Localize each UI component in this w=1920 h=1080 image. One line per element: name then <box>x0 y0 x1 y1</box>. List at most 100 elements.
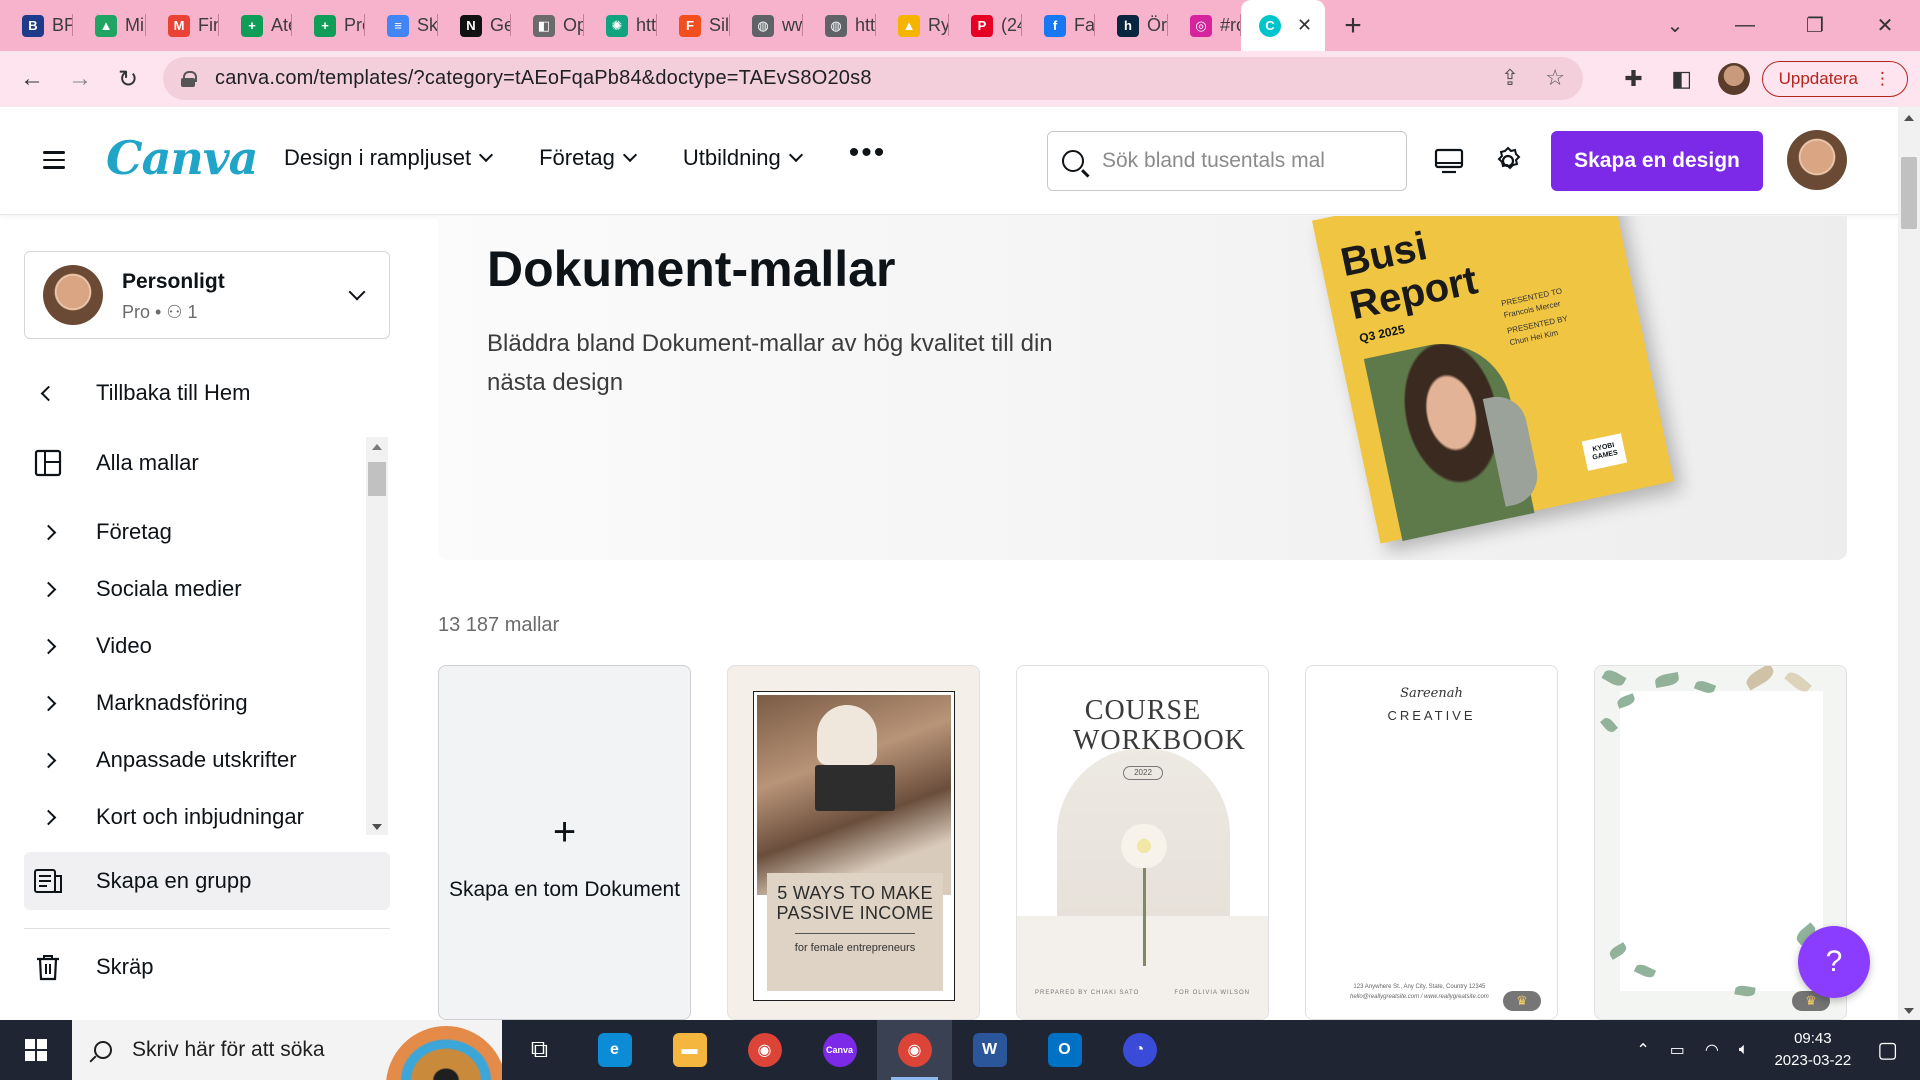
settings-gear-icon[interactable] <box>1492 145 1524 177</box>
browser-tab[interactable]: f Fac <box>1022 0 1095 51</box>
template-card[interactable]: 5 WAYS TO MAKE PASSIVE INCOME for female… <box>727 665 980 1020</box>
wifi-icon[interactable]: ◠ <box>1705 1040 1719 1060</box>
close-tab-icon[interactable]: ✕ <box>1297 15 1312 36</box>
browser-tab[interactable]: F Sill <box>657 0 730 51</box>
browser-tab[interactable]: + Pro <box>292 0 365 51</box>
browser-tab[interactable]: ◎ #rc <box>1168 0 1241 51</box>
taskbar-clock-app-icon[interactable]: ◔ <box>1102 1020 1177 1080</box>
page-scrollbar[interactable] <box>1898 107 1920 1020</box>
taskbar-task-view-icon[interactable]: ⧉ <box>502 1020 577 1080</box>
address-bar[interactable]: canva.com/templates/?category=tAEoFqaPb8… <box>163 57 1583 100</box>
browser-tab[interactable]: N Ge <box>438 0 511 51</box>
lock-icon[interactable] <box>181 70 197 87</box>
side-panel-icon[interactable]: ◧ <box>1658 66 1706 92</box>
create-design-button[interactable]: Skapa en design <box>1551 131 1763 191</box>
sidebar-scrollbar-thumb[interactable] <box>368 462 386 496</box>
browser-profile-avatar[interactable] <box>1717 63 1750 95</box>
sidebar-item-social-media[interactable]: Sociala medier <box>24 560 390 618</box>
sidebar-item-cards-invitations[interactable]: Kort och inbjudningar <box>24 788 390 846</box>
bookmark-star-icon[interactable]: ☆ <box>1545 65 1565 91</box>
canva-logo[interactable]: Canva <box>106 131 258 185</box>
browser-tab[interactable]: ◍ htt <box>803 0 876 51</box>
tab-title: Skr <box>417 15 438 35</box>
new-tab-button[interactable]: + <box>1325 9 1381 43</box>
nav-business[interactable]: Företag <box>539 145 637 171</box>
url-text[interactable]: canva.com/templates/?category=tAEoFqaPb8… <box>215 67 872 90</box>
taskbar-word-icon[interactable]: W <box>952 1020 1027 1080</box>
scroll-down-arrow-icon[interactable] <box>372 824 382 830</box>
minimize-button[interactable]: — <box>1710 14 1780 37</box>
extensions-puzzle-icon[interactable]: ✚ <box>1610 66 1658 92</box>
sidebar-item-business[interactable]: Företag <box>24 503 390 561</box>
notifications-icon[interactable]: ▢ <box>1877 1037 1898 1063</box>
back-to-home[interactable]: Tillbaka till Hem <box>24 364 390 422</box>
taskbar-outlook-icon[interactable]: O <box>1027 1020 1102 1080</box>
page-scrollbar-thumb[interactable] <box>1901 157 1917 229</box>
sidebar-item-video[interactable]: Video <box>24 617 390 675</box>
taskbar-chrome-icon[interactable]: ◉ <box>727 1020 802 1080</box>
sidebar-item-label: Sociala medier <box>96 576 242 601</box>
tab-search-dropdown-icon[interactable]: ⌄ <box>1640 13 1710 38</box>
team-switcher[interactable]: Personligt Pro • ⚇ 1 <box>24 251 390 339</box>
taskbar-search[interactable]: Skriv här för att söka <box>72 1020 502 1080</box>
browser-tab[interactable]: B BP <box>0 0 73 51</box>
taskbar-file-explorer-icon[interactable]: ▬ <box>652 1020 727 1080</box>
help-button[interactable]: ? <box>1798 926 1870 998</box>
browser-tab[interactable]: ▲ Mi <box>73 0 146 51</box>
browser-tab[interactable]: P (24 <box>949 0 1022 51</box>
create-blank-document-card[interactable]: + Skapa en tom Dokument <box>438 665 691 1020</box>
nav-more-icon[interactable]: ••• <box>849 135 887 171</box>
desktop-app-icon[interactable] <box>1433 145 1465 177</box>
file-explorer-glyph: ▬ <box>672 1033 707 1067</box>
browser-tab[interactable]: ◧ Op <box>511 0 584 51</box>
clock[interactable]: 09:43 2023-03-22 <box>1774 1028 1851 1072</box>
restore-button[interactable]: ❐ <box>1780 13 1850 38</box>
volume-icon[interactable]: 🔈︎ <box>1739 1041 1749 1059</box>
template-card[interactable]: COURSE WORKBOOK 2022 PREPARED BY CHIAKI … <box>1016 665 1269 1020</box>
scroll-up-arrow-icon[interactable] <box>1904 115 1914 121</box>
share-icon[interactable]: ⇪ <box>1501 65 1519 91</box>
sidebar-item-marketing[interactable]: Marknadsföring <box>24 674 390 732</box>
forward-button[interactable]: → <box>56 65 104 93</box>
browser-tab[interactable]: ◍ ww <box>730 0 803 51</box>
page-title: Dokument-mallar <box>487 241 896 297</box>
create-group-button[interactable]: Skapa en grupp <box>24 852 390 910</box>
sidebar-scrollbar[interactable] <box>366 437 388 835</box>
scroll-down-arrow-icon[interactable] <box>1904 1008 1914 1014</box>
close-window-button[interactable]: ✕ <box>1850 13 1920 38</box>
show-hidden-icons-chevron-icon[interactable]: ⌃ <box>1636 1040 1649 1060</box>
browser-tab[interactable]: M Fin <box>146 0 219 51</box>
browser-toolbar: ← → ↻ canva.com/templates/?category=tAEo… <box>0 51 1920 107</box>
reload-button[interactable]: ↻ <box>104 65 152 94</box>
template-search[interactable] <box>1047 131 1407 191</box>
sidebar-item-custom-prints[interactable]: Anpassade utskrifter <box>24 731 390 789</box>
nav-label: Utbildning <box>682 145 781 170</box>
browser-tab[interactable]: ✺ htt <box>584 0 657 51</box>
template-count: 13 187 mallar <box>438 614 560 636</box>
user-avatar[interactable] <box>1787 130 1847 190</box>
search-input[interactable] <box>1102 149 1382 173</box>
taskbar-canva-icon[interactable]: Canva <box>802 1020 877 1080</box>
update-button[interactable]: Uppdatera ⋮ <box>1761 61 1908 97</box>
nav-education[interactable]: Utbildning <box>682 145 803 171</box>
back-button[interactable]: ← <box>8 65 56 93</box>
browser-tab[interactable]: ≡ Skr <box>365 0 438 51</box>
taskbar-chrome-profile-icon[interactable]: ◉ <box>877 1020 952 1080</box>
sidebar-item-label: Alla mallar <box>96 450 199 475</box>
sidebar-item-trash[interactable]: Skräp <box>24 938 390 996</box>
template-year: 2022 <box>1123 766 1163 780</box>
start-button[interactable] <box>0 1020 72 1080</box>
active-tab-canva[interactable]: C ✕ <box>1241 0 1325 51</box>
scroll-up-arrow-icon[interactable] <box>372 444 382 450</box>
sidebar-item-all-templates[interactable]: Alla mallar <box>24 434 390 492</box>
browser-tab[interactable]: ▲ Ryl <box>876 0 949 51</box>
battery-icon[interactable]: ▭ <box>1670 1040 1685 1060</box>
menu-kebab-icon[interactable]: ⋮ <box>1874 69 1891 89</box>
taskbar-edge-icon[interactable]: e <box>577 1020 652 1080</box>
browser-tab[interactable]: h Örn <box>1095 0 1168 51</box>
template-card[interactable]: Sareenah CREATIVE 123 Anywhere St., Any … <box>1305 665 1558 1020</box>
browser-tab[interactable]: + Ate <box>219 0 292 51</box>
tab-title: BP <box>52 15 73 35</box>
hamburger-menu-icon[interactable] <box>43 151 65 169</box>
nav-design-spotlight[interactable]: Design i rampljuset <box>284 145 494 171</box>
